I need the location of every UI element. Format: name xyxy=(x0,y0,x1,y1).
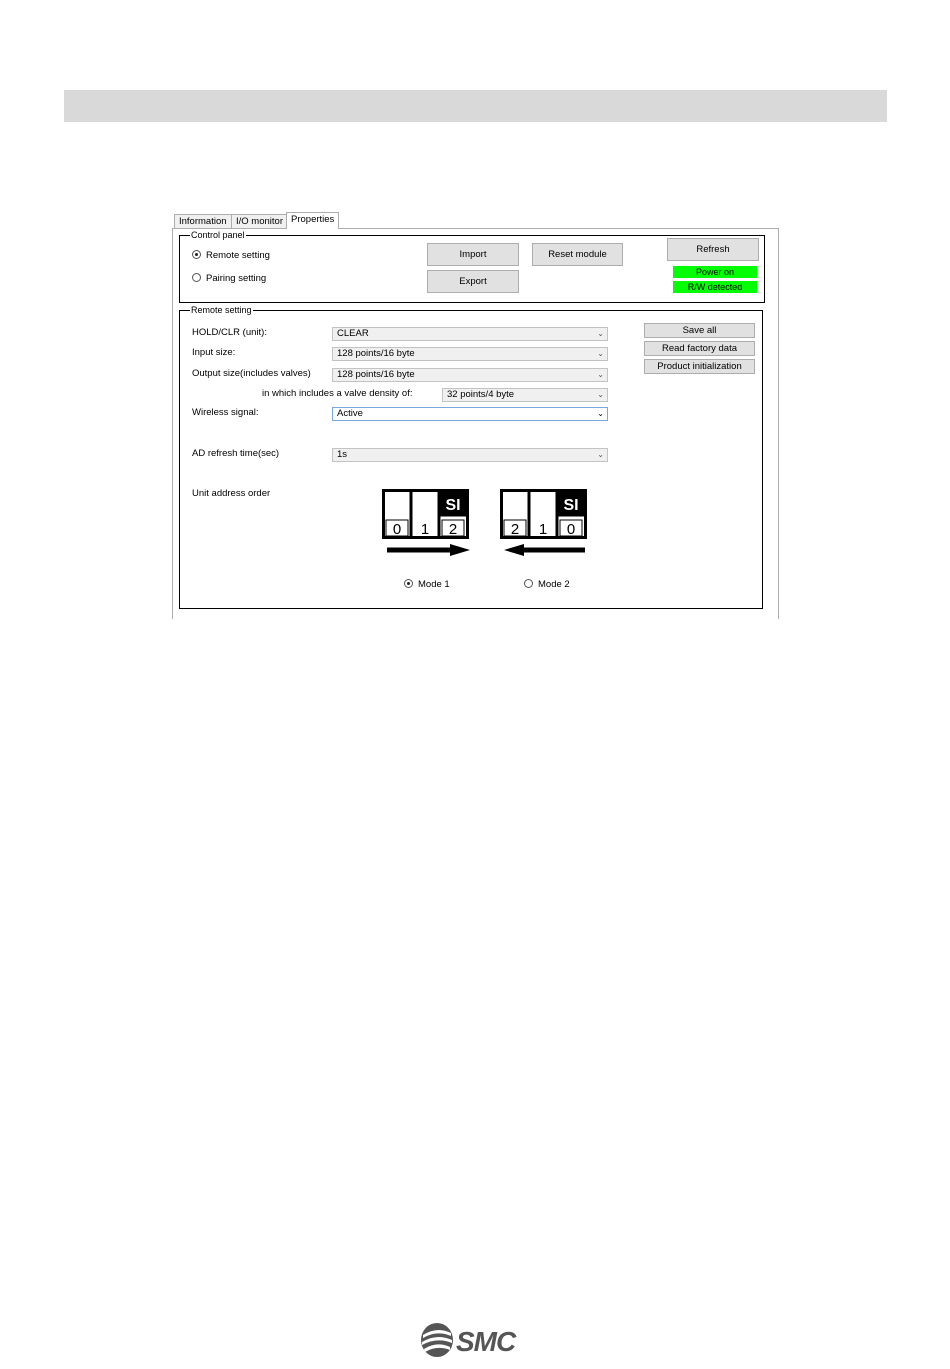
chevron-down-icon: ⌄ xyxy=(597,450,604,459)
valve-density-label: in which includes a valve density of: xyxy=(262,388,413,399)
unit-address-order-label: Unit address order xyxy=(192,488,271,499)
mode2-digit: 0 xyxy=(567,521,575,538)
radio-unchecked-icon xyxy=(192,273,201,282)
mode2-si-text: SI xyxy=(563,497,578,514)
section-header-bar xyxy=(64,90,887,122)
left-arrow-icon xyxy=(504,544,524,556)
smc-logo: SMC xyxy=(421,1323,518,1357)
mode1-digit: 1 xyxy=(421,521,429,538)
radio-checked-icon xyxy=(404,579,413,588)
tab-properties[interactable]: Properties xyxy=(286,212,340,229)
rw-detected-status: R/W detected xyxy=(673,281,757,293)
remote-setting-label: Remote setting xyxy=(206,250,270,261)
pairing-setting-radio[interactable]: Pairing setting xyxy=(192,273,266,285)
chevron-down-icon: ⌄ xyxy=(597,390,604,399)
mode2-digit: 1 xyxy=(539,521,547,538)
hold-clr-select[interactable]: CLEAR ⌄ xyxy=(332,327,608,341)
remote-setting-radio[interactable]: Remote setting xyxy=(192,250,270,262)
wireless-signal-select[interactable]: Active ⌄ xyxy=(332,407,608,421)
mode2-label: Mode 2 xyxy=(538,579,570,590)
wireless-signal-value: Active xyxy=(337,408,363,419)
control-panel-title: Control panel xyxy=(190,229,246,241)
save-all-button[interactable]: Save all xyxy=(644,323,755,338)
ad-refresh-label: AD refresh time(sec) xyxy=(192,448,280,459)
remote-setting-group: Remote setting HOLD/CLR (unit): CLEAR ⌄ I… xyxy=(179,304,763,609)
right-arrow-icon xyxy=(450,544,470,556)
ad-refresh-select[interactable]: 1s ⌄ xyxy=(332,448,608,462)
radio-checked-icon xyxy=(192,250,201,259)
export-button[interactable]: Export xyxy=(427,270,519,293)
input-size-label: Input size: xyxy=(192,347,236,358)
input-size-select[interactable]: 128 points/16 byte ⌄ xyxy=(332,347,608,361)
output-size-label: Output size(includes valves) xyxy=(192,368,311,379)
refresh-button[interactable]: Refresh xyxy=(667,238,759,261)
smc-logo-text: SMC xyxy=(456,1326,517,1357)
product-initialization-button[interactable]: Product initialization xyxy=(644,359,755,374)
mode1-label: Mode 1 xyxy=(418,579,450,590)
tab-io-monitor[interactable]: I/O monitor xyxy=(231,214,288,229)
mode1-digit: 0 xyxy=(393,521,401,538)
hold-clr-value: CLEAR xyxy=(337,328,369,339)
tab-strip: Information I/O monitor Properties xyxy=(172,212,779,229)
mode1-unit-diagram: SI 0 1 2 xyxy=(382,489,470,556)
chevron-down-icon: ⌄ xyxy=(597,409,604,418)
valve-density-value: 32 points/4 byte xyxy=(447,389,515,400)
radio-unchecked-icon xyxy=(524,579,533,588)
chevron-down-icon: ⌄ xyxy=(597,349,604,358)
pairing-setting-label: Pairing setting xyxy=(206,273,267,284)
import-button[interactable]: Import xyxy=(427,243,519,266)
power-on-status: Power on xyxy=(673,266,757,278)
output-size-value: 128 points/16 byte xyxy=(337,369,415,380)
input-size-value: 128 points/16 byte xyxy=(337,348,415,359)
mode1-si-text: SI xyxy=(445,497,460,514)
remote-setting-title: Remote setting xyxy=(190,304,253,316)
chevron-down-icon: ⌄ xyxy=(597,370,604,379)
ad-refresh-value: 1s xyxy=(337,449,348,460)
valve-density-select[interactable]: 32 points/4 byte ⌄ xyxy=(442,388,608,402)
wireless-signal-label: Wireless signal: xyxy=(192,407,259,418)
mode2-digit: 2 xyxy=(511,521,519,538)
tab-information[interactable]: Information xyxy=(174,214,232,229)
hold-clr-label: HOLD/CLR (unit): xyxy=(192,327,267,338)
reset-module-button[interactable]: Reset module xyxy=(532,243,623,266)
output-size-select[interactable]: 128 points/16 byte ⌄ xyxy=(332,368,608,382)
properties-panel: Control panel Remote setting Pairing set… xyxy=(172,228,779,619)
mode1-radio[interactable]: Mode 1 xyxy=(404,579,450,591)
properties-window: Information I/O monitor Properties Contr… xyxy=(172,212,779,620)
mode2-radio[interactable]: Mode 2 xyxy=(524,579,570,591)
mode2-unit-diagram: SI 2 1 0 xyxy=(500,489,587,556)
chevron-down-icon: ⌄ xyxy=(597,329,604,338)
read-factory-data-button[interactable]: Read factory data xyxy=(644,341,755,356)
mode1-digit: 2 xyxy=(449,521,457,538)
